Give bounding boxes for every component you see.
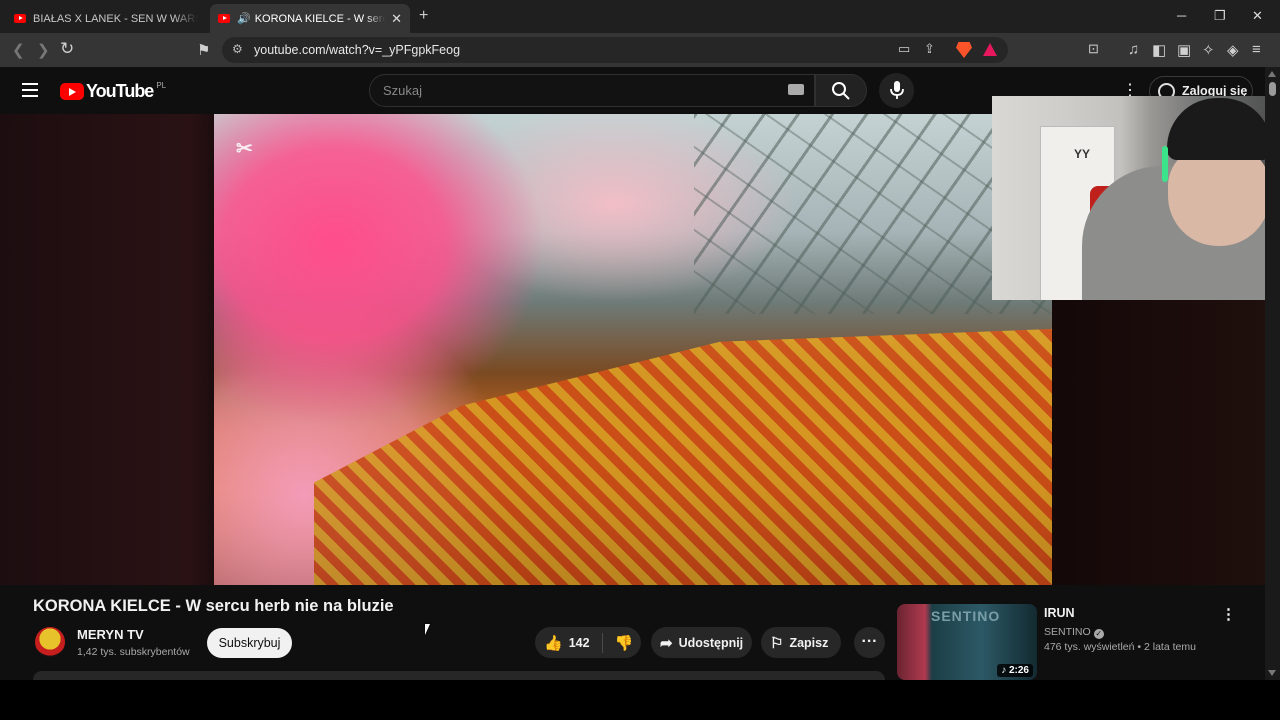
recommended-channel-name: SENTINO	[1044, 626, 1091, 638]
description-box[interactable]	[33, 671, 885, 680]
tab-korona-kielce[interactable]: 🔊 KORONA KIELCE - W sercu herb nie na bl…	[210, 4, 410, 33]
close-window-button[interactable]: ✕	[1252, 8, 1263, 24]
verified-icon: ✓	[1093, 629, 1104, 639]
share-icon: ➦	[660, 634, 673, 652]
share-button[interactable]: ➦ Udostępnij	[651, 627, 752, 658]
recommended-video-meta: 476 tys. wyświetleń • 2 lata temu	[1044, 641, 1196, 653]
sidebar-icon[interactable]: ◧	[1152, 41, 1166, 59]
youtube-wordmark: YouTube	[86, 81, 154, 101]
brave-shields-icon[interactable]	[956, 42, 972, 58]
save-label: Zapisz	[789, 635, 829, 650]
scroll-up-arrow-icon[interactable]	[1268, 71, 1276, 77]
like-divider	[601, 632, 603, 653]
door-sign: YY	[1074, 147, 1091, 161]
back-button[interactable]: ❮	[12, 41, 25, 59]
page-scrollbar[interactable]	[1265, 67, 1280, 680]
bookmark-save-icon: ⚐	[770, 634, 784, 652]
guide-menu-icon[interactable]	[22, 83, 38, 101]
search-placeholder: Szukaj	[383, 83, 423, 98]
cast-icon[interactable]: ▭	[898, 41, 910, 57]
search-button[interactable]	[815, 74, 867, 107]
keyboard-icon[interactable]	[788, 84, 804, 95]
restore-button[interactable]: ❐	[1214, 8, 1226, 24]
url-text[interactable]: youtube.com/watch?v=_yPFgpkFeog	[254, 43, 460, 57]
letterbox-bar	[0, 680, 1280, 720]
scroll-down-arrow-icon[interactable]	[1268, 670, 1276, 676]
country-code: PL	[156, 81, 167, 90]
save-button[interactable]: ⚐ Zapisz	[761, 627, 841, 658]
leo-ai-icon[interactable]: ✧	[1202, 41, 1215, 59]
screenshot-icon[interactable]: ⊡	[1088, 41, 1099, 57]
recommended-views: 476 tys. wyświetleń	[1044, 641, 1135, 653]
media-icon[interactable]: ♫	[1128, 41, 1139, 58]
recommended-more-icon[interactable]: ⋮	[1221, 605, 1236, 623]
scroll-thumb[interactable]	[1269, 82, 1276, 96]
site-info-icon[interactable]: ⚙	[232, 42, 243, 56]
vpn-icon[interactable]: ◈	[1227, 41, 1239, 59]
thumbnail-text: SENTINO	[931, 608, 1001, 624]
channel-name[interactable]: MERYN TV	[77, 627, 144, 642]
like-count[interactable]: 142	[569, 636, 590, 650]
youtube-play-icon	[60, 83, 84, 100]
speaker-icon[interactable]: 🔊	[237, 12, 251, 25]
share-page-icon[interactable]: ⇪	[924, 41, 935, 57]
headset-led	[1162, 146, 1168, 182]
minimize-button[interactable]: ─	[1177, 8, 1186, 23]
video-player[interactable]: ✂	[214, 114, 1052, 585]
new-tab-button[interactable]: +	[419, 7, 428, 25]
browser-toolbar: ❮ ❯ ↻ ⚑ ⚙ youtube.com/watch?v=_yPFgpkFeo…	[0, 33, 1280, 67]
browser-tab-strip: BIAŁAS X LANEK - SEN W WARSZAWIE 🔊 KORON…	[0, 0, 1280, 33]
person-cap	[1167, 98, 1272, 160]
recommended-video-thumbnail[interactable]: SENTINO ♪ 2:26	[897, 604, 1037, 680]
video-duration: ♪ 2:26	[997, 664, 1033, 677]
like-icon[interactable]: 👍	[544, 634, 563, 652]
wallet-icon[interactable]: ▣	[1177, 41, 1191, 59]
youtube-favicon-icon	[218, 14, 230, 23]
recommended-age: 2 lata temu	[1143, 641, 1196, 653]
voice-search-button[interactable]	[879, 73, 914, 108]
bookmark-icon[interactable]: ⚑	[197, 41, 210, 59]
youtube-favicon-icon	[14, 14, 26, 23]
fans-crowd	[314, 329, 1052, 585]
mouse-cursor-icon	[425, 624, 435, 635]
search-icon	[832, 82, 850, 100]
tab-title: BIAŁAS X LANEK - SEN W WARSZAWIE	[33, 12, 198, 25]
like-dislike-group: 👍 142 👎	[535, 627, 641, 658]
recommended-channel[interactable]: SENTINO ✓	[1044, 626, 1104, 639]
menu-icon[interactable]: ≡	[1252, 41, 1261, 58]
address-bar[interactable]: ⚙ youtube.com/watch?v=_yPFgpkFeog ▭ ⇪	[222, 37, 1008, 63]
reload-button[interactable]: ↻	[60, 39, 74, 59]
recommended-video-title[interactable]: IRUN	[1044, 606, 1075, 620]
tab-title: KORONA KIELCE - W sercu herb nie na bluz…	[254, 12, 385, 25]
brave-rewards-icon[interactable]	[983, 43, 997, 56]
more-actions-button[interactable]: ···	[854, 627, 885, 658]
subscribe-button[interactable]: Subskrybuj	[207, 628, 292, 658]
microphone-icon	[890, 81, 904, 99]
share-label: Udostępnij	[678, 635, 744, 650]
capcut-watermark-icon: ✂	[236, 138, 253, 160]
channel-avatar[interactable]	[35, 627, 65, 657]
channel-subscriber-count: 1,42 tys. subskrybentów	[77, 646, 190, 658]
close-tab-icon[interactable]: ✕	[391, 11, 402, 27]
forward-button[interactable]: ❯	[37, 41, 50, 59]
webcam-overlay: YY	[992, 96, 1280, 300]
dislike-icon[interactable]: 👎	[615, 634, 634, 652]
person-face	[1168, 146, 1270, 246]
search-input[interactable]: Szukaj	[369, 74, 815, 107]
tab-bialas[interactable]: BIAŁAS X LANEK - SEN W WARSZAWIE	[6, 4, 206, 33]
youtube-logo[interactable]: YouTube PL	[60, 81, 166, 102]
video-title: KORONA KIELCE - W sercu herb nie na bluz…	[33, 597, 394, 615]
